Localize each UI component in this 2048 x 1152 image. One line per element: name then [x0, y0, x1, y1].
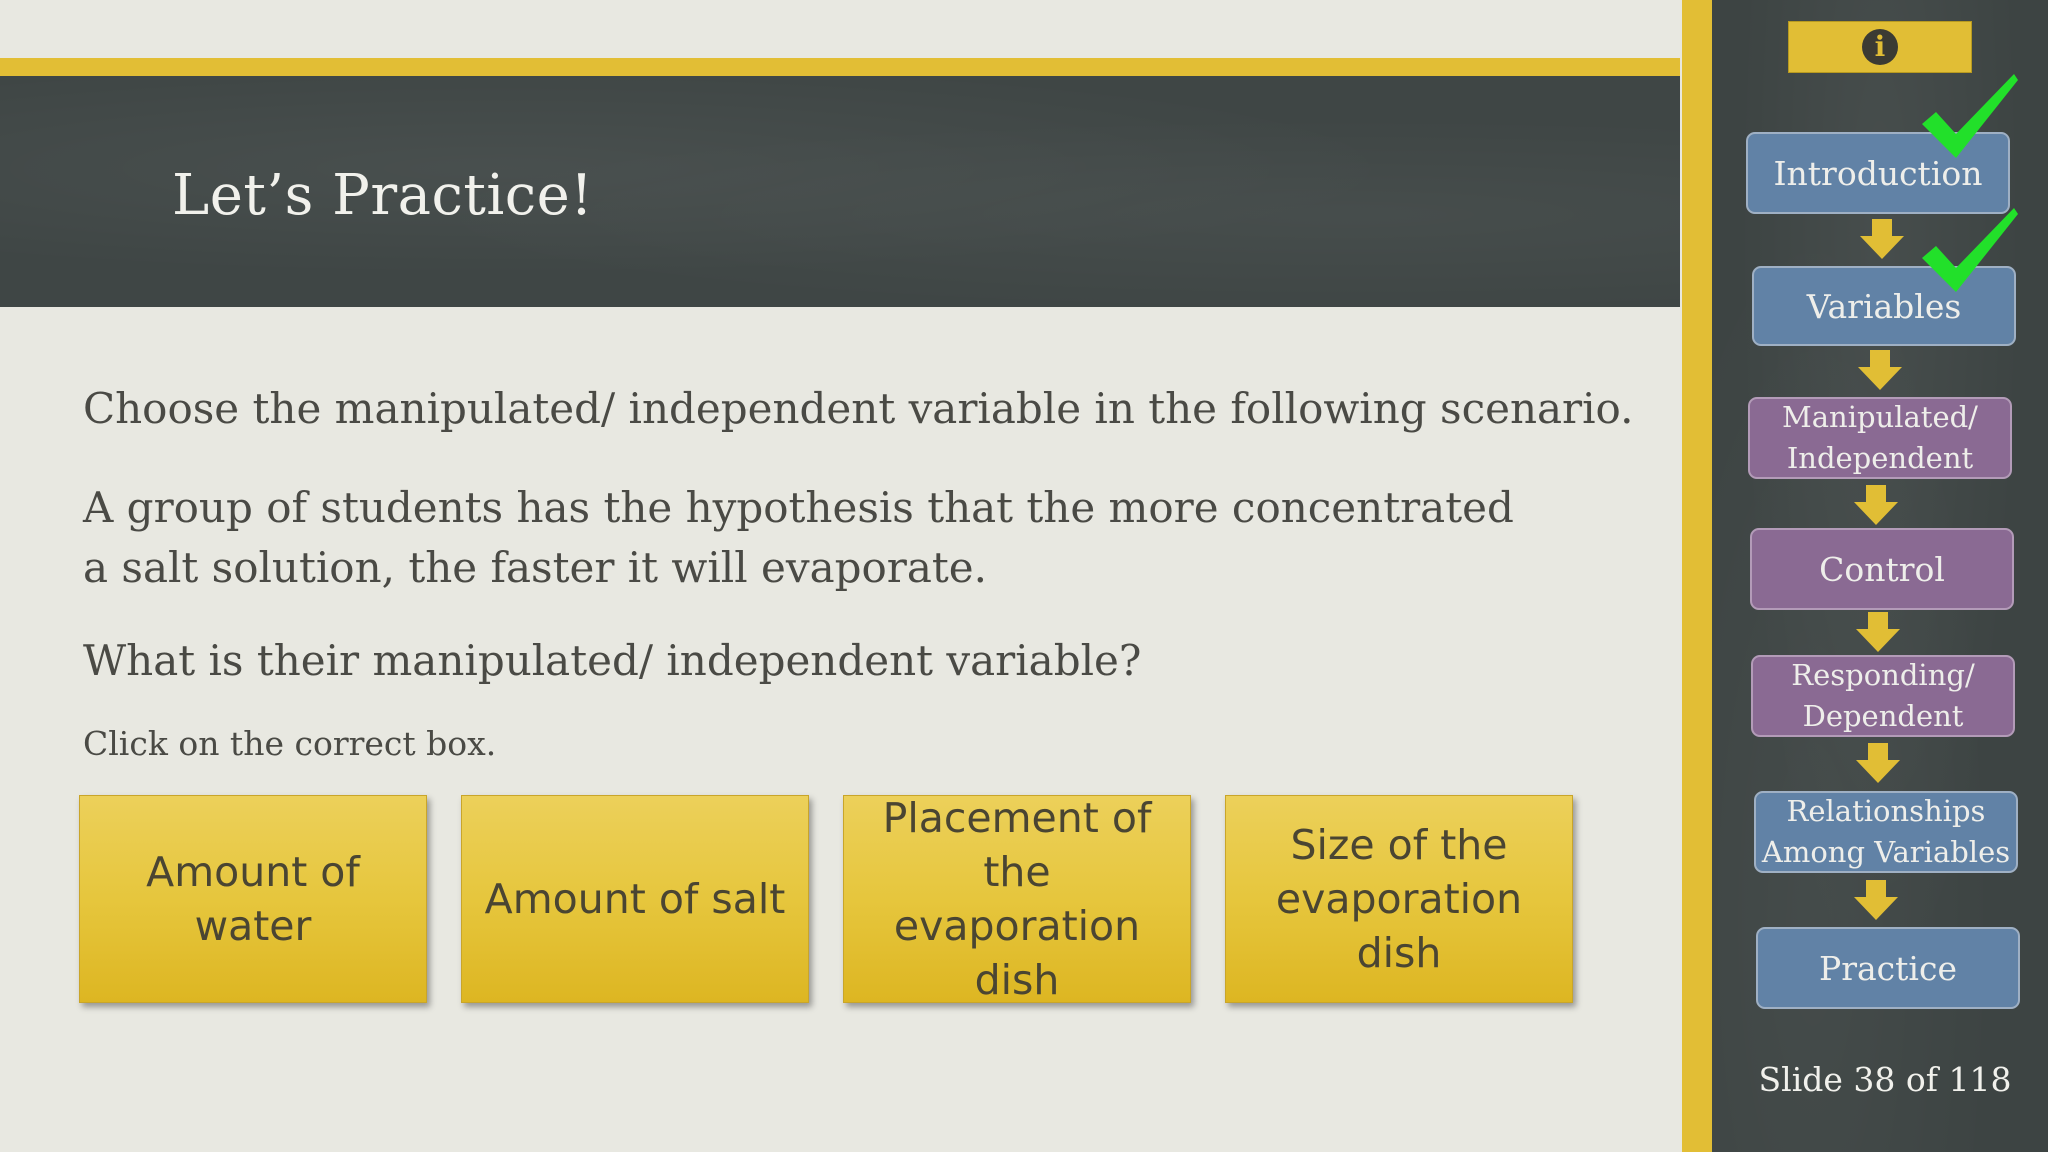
checkmark-icon [1922, 208, 2018, 292]
info-icon: i [1862, 29, 1898, 65]
nav-responding-dependent[interactable]: Responding/ Dependent [1751, 655, 2015, 737]
answer-amount-of-salt[interactable]: Amount of salt [461, 795, 809, 1003]
answer-size-of-dish[interactable]: Size of the evaporation dish [1225, 795, 1573, 1003]
hint-text: Click on the correct box. [83, 724, 497, 763]
arrow-down-icon [1860, 219, 1904, 259]
question-text: What is their manipulated/ independent v… [83, 636, 1142, 685]
arrow-down-icon [1854, 485, 1898, 525]
arrow-down-icon [1856, 612, 1900, 652]
nav-relationships-among-variables[interactable]: Relationships Among Variables [1754, 791, 2018, 873]
arrow-down-icon [1854, 880, 1898, 920]
nav-practice[interactable]: Practice [1756, 927, 2020, 1009]
sidebar-divider [1682, 0, 1712, 1152]
answer-amount-of-water[interactable]: Amount of water [79, 795, 427, 1003]
scenario-text: A group of students has the hypothesis t… [83, 483, 1514, 592]
title-banner: Let’s Practice! [0, 76, 1680, 307]
answer-placement-of-dish[interactable]: Placement of the evaporation dish [843, 794, 1191, 1004]
info-button[interactable]: i [1788, 21, 1972, 73]
checkmark-icon [1922, 74, 2018, 158]
instruction-text: Choose the manipulated/ independent vari… [83, 384, 1634, 433]
header-accent-line [0, 58, 1680, 76]
nav-control[interactable]: Control [1750, 528, 2014, 610]
answer-choices: Amount of water Amount of salt Placement… [79, 794, 1575, 1005]
arrow-down-icon [1856, 743, 1900, 783]
arrow-down-icon [1858, 350, 1902, 390]
nav-manipulated-independent[interactable]: Manipulated/ Independent [1748, 397, 2012, 479]
slide-title: Let’s Practice! [172, 163, 594, 228]
slide-counter: Slide 38 of 118 [1758, 1060, 2012, 1099]
